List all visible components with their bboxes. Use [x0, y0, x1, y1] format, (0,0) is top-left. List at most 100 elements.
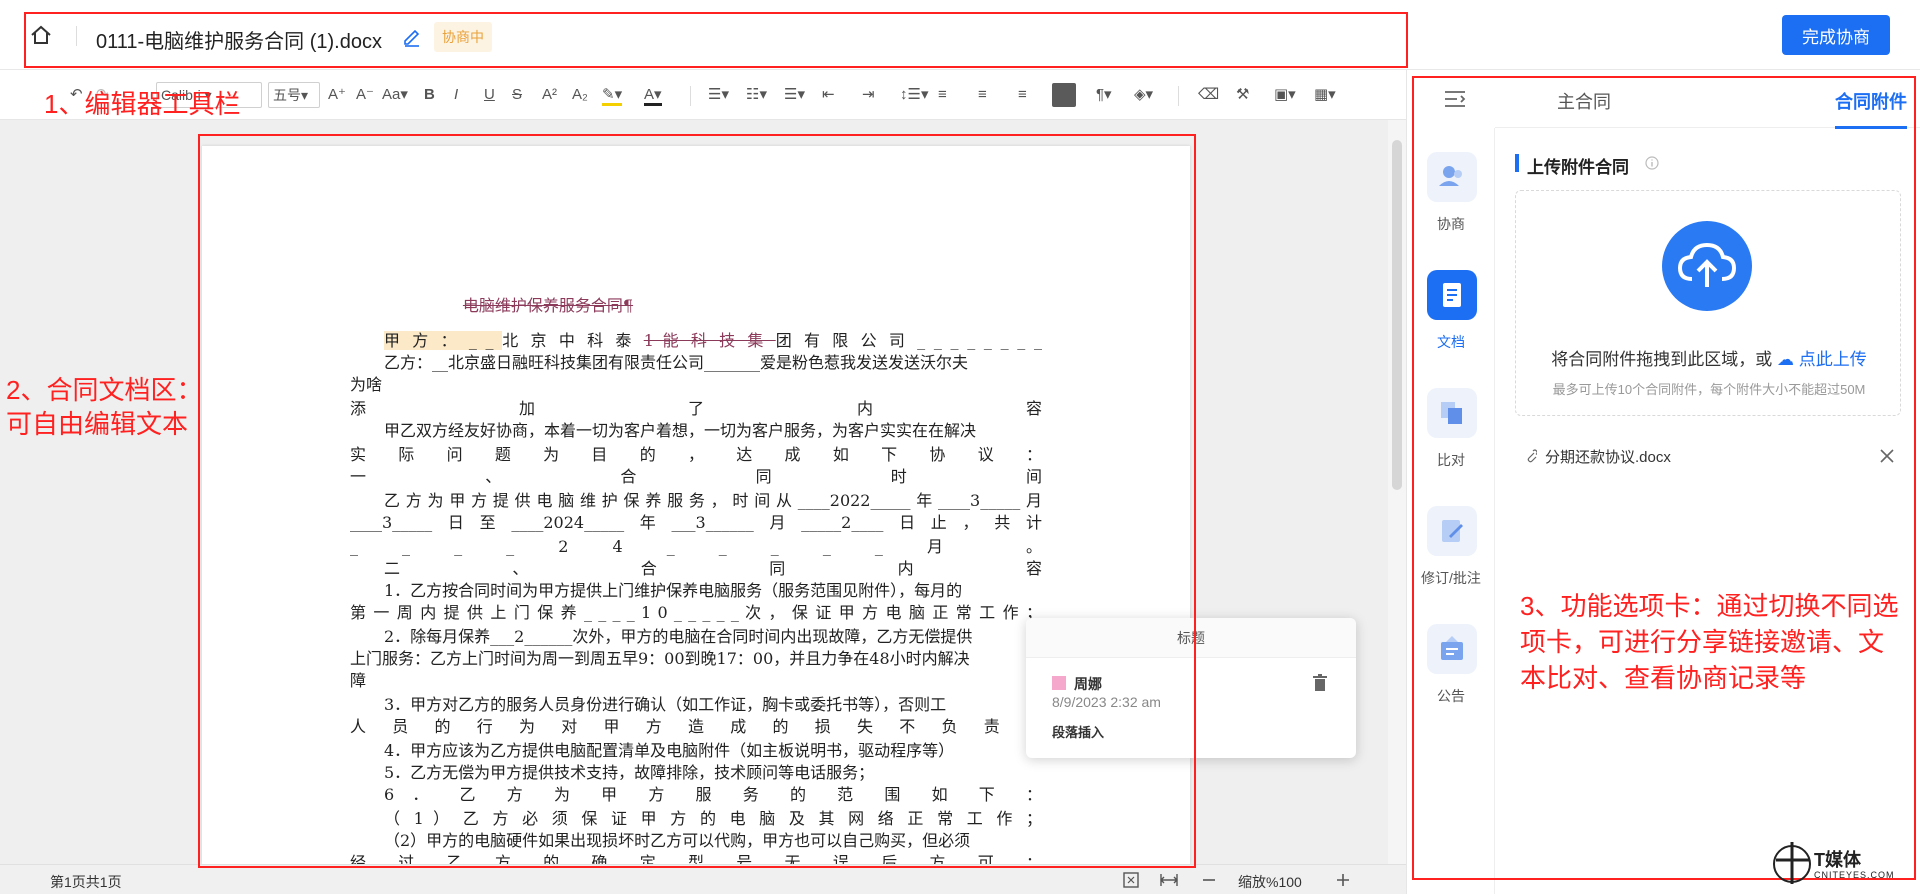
side-label: 协商 — [1437, 216, 1465, 232]
doc-line[interactable]: 上门服务：乙方上门时间为周一到周五早9：00到晚17：00，并且力争在48小时内… — [350, 648, 1042, 670]
doc-line[interactable]: 障 — [350, 670, 1042, 692]
watermark-subtext: CNITEYES.COM — [1814, 870, 1895, 880]
document-heading[interactable]: 电脑维护保养服务合同¶ — [202, 292, 894, 316]
line-spacing-icon[interactable]: ↕☰▾ — [900, 84, 928, 106]
comment-user: 周娜 — [1074, 676, 1102, 692]
doc-line[interactable]: 乙方：__北京盛日融旺科技集团有限责任公司_______爱是粉色惹我发送发送沃尔… — [350, 352, 1042, 374]
announcement-icon — [1427, 624, 1477, 674]
doc-line[interactable]: 4．甲方应该为乙方提供电脑配置清单及电脑附件（如主板说明书，驱动程序等） — [350, 740, 1042, 762]
document-scrollbar[interactable] — [1388, 120, 1406, 864]
font-color-icon[interactable]: A▾ — [644, 84, 662, 106]
paperclip-icon — [1527, 449, 1537, 463]
annotation-panel-label-1: 3、功能选项卡：通过切换不同选 — [1520, 591, 1899, 621]
decrease-indent-icon[interactable]: ⇤ — [822, 84, 835, 106]
header-bar: 0111-电脑维护服务合同 (1).docx 协商中 完成协商 — [0, 0, 1920, 70]
home-icon[interactable] — [30, 24, 52, 46]
font-size-select[interactable]: 五号▾ — [268, 82, 320, 108]
align-center-icon[interactable]: ≡ — [978, 84, 987, 106]
doc-line[interactable]: 经 过 乙 方 的 确 定 型 号 无 误 后 方 可 ； — [350, 852, 1042, 864]
bullet-list-icon[interactable]: ☰▾ — [708, 84, 729, 106]
upload-dropzone[interactable]: 将合同附件拖拽到此区域，或 ☁ 点此上传 最多可上传10个合同附件，每个附件大小… — [1515, 190, 1901, 416]
watermark-text: T媒体 — [1814, 850, 1861, 870]
fit-width-icon[interactable] — [1160, 871, 1178, 889]
attachment-file-item[interactable]: 分期还款协议.docx — [1515, 444, 1901, 468]
format-painter-icon[interactable]: ⚒ — [1236, 84, 1249, 106]
doc-line[interactable]: （2）甲方的电脑硬件如果出现损坏时乙方可以代购，甲方也可以自己购买，但必须 — [350, 830, 1042, 852]
zoom-out-icon[interactable] — [1200, 871, 1218, 889]
insert-image-icon[interactable]: ▣▾ — [1274, 84, 1296, 106]
scroll-thumb[interactable] — [1392, 140, 1402, 490]
doc-line[interactable]: 甲乙双方经友好协商，本着一切为客户着想，一切为客户服务，为客户实实在在解决 — [350, 420, 1042, 442]
side-label: 公告 — [1437, 688, 1465, 704]
side-nav: 协商 文档 比对 修订/批注 公告 — [1407, 128, 1495, 894]
doc-line[interactable]: 添 加 了 内 容 — [350, 398, 1042, 420]
doc-line[interactable]: 二 、 合 同 内 容 — [350, 558, 1042, 580]
doc-line[interactable]: 5．乙方无偿为甲方提供技术支持，故障排除，技术顾问等电话服务； — [350, 762, 1042, 784]
fit-page-icon[interactable] — [1122, 871, 1140, 889]
highlight-icon[interactable]: ✎▾ — [602, 84, 623, 106]
side-label: 文档 — [1437, 334, 1465, 350]
change-case-icon[interactable]: Aa▾ — [382, 84, 408, 106]
eraser-icon[interactable]: ⌫ — [1198, 84, 1219, 106]
increase-font-icon[interactable]: A⁺ — [328, 84, 346, 106]
zoom-level: 缩放%100 — [1238, 874, 1302, 890]
zoom-in-icon[interactable] — [1334, 871, 1352, 889]
side-item-announcement[interactable]: 公告 — [1407, 624, 1495, 714]
side-item-negotiate[interactable]: 协商 — [1407, 152, 1495, 242]
doc-line[interactable]: 甲 方 ： _ _ 北 京 中 科 泰 1 能 科 技 集 团 有 限 公 司 … — [350, 330, 1042, 352]
info-icon[interactable] — [1645, 156, 1659, 170]
doc-line[interactable]: 一 、 合 同 时 间 — [350, 466, 1042, 488]
increase-indent-icon[interactable]: ⇥ — [862, 84, 875, 106]
delete-comment-icon[interactable] — [1312, 674, 1328, 692]
annotation-toolbar-label: 1、编辑器工具栏 — [44, 89, 241, 119]
multilevel-list-icon[interactable]: ☰▾ — [784, 84, 805, 106]
numbered-list-icon[interactable]: ☷▾ — [746, 84, 767, 106]
click-upload-link[interactable]: ☁ 点此上传 — [1777, 350, 1867, 369]
doc-line[interactable]: 乙方为甲方提供电脑维护保养服务，时间从____2022_____年____3__… — [350, 490, 1042, 512]
doc-line[interactable]: 人 员 的 行 为 对 甲 方 造 成 的 损 失 不 负 责 任 — [350, 716, 1042, 738]
doc-line[interactable]: 为啥 — [350, 374, 1042, 396]
doc-line[interactable]: _ _ _ _ 2 4 _ _ _ _ _ 月 。 — [350, 536, 1042, 558]
tab-main-contract[interactable]: 主合同 — [1557, 88, 1611, 114]
doc-line[interactable]: 1．乙方按合同时间为甲方提供上门维护保养电脑服务（服务范围见附件），每月的 — [350, 580, 1042, 602]
section-accent-bar — [1515, 154, 1519, 172]
upload-hint: 最多可上传10个合同附件，每个附件大小不能超过50M — [1552, 382, 1866, 397]
bold-icon[interactable]: B — [424, 84, 435, 106]
cloud-upload-icon[interactable] — [1662, 221, 1752, 311]
decrease-font-icon[interactable]: A⁻ — [356, 84, 374, 106]
doc-line[interactable]: ____3_____日至____2024_____年___3______月___… — [350, 512, 1042, 534]
underline-icon[interactable]: U — [484, 84, 495, 106]
subscript-icon[interactable]: A₂ — [572, 84, 588, 106]
edit-title-icon[interactable] — [402, 27, 422, 47]
side-item-annotate[interactable]: 修订/批注 — [1407, 506, 1495, 596]
doc-line[interactable]: 实 际 问 题 为 目 的 ， 达 成 如 下 协 议 ： — [350, 444, 1042, 466]
annotation-document-label-2: 可自由编辑文本 — [6, 409, 189, 439]
paragraph-marks-icon[interactable]: ¶▾ — [1096, 84, 1112, 106]
side-item-document[interactable]: 文档 — [1407, 270, 1495, 360]
doc-line[interactable]: 3．甲方对乙方的服务人员身份进行确认（如工作证，胸卡或委托书等），否则工 — [350, 694, 1042, 716]
doc-line[interactable]: 6 ． 乙 方 为 甲 方 服 务 的 范 围 如 下 ： — [350, 784, 1042, 806]
doc-line[interactable]: （ 1 ） 乙 方 必 须 保 证 甲 方 的 电 脑 及 其 网 络 正 常 … — [350, 808, 1042, 830]
comment-user-color — [1052, 676, 1066, 690]
superscript-icon[interactable]: A² — [542, 84, 557, 106]
strikethrough-icon[interactable]: S — [512, 84, 522, 106]
fill-color-icon[interactable]: ◈▾ — [1134, 84, 1153, 106]
doc-line[interactable]: 2．除每月保养___2______次外，甲方的电脑在合同时间内出现故障，乙方无偿… — [350, 626, 1042, 648]
insert-table-icon[interactable]: ▦▾ — [1314, 84, 1336, 106]
tab-attachments[interactable]: 合同附件 — [1835, 88, 1907, 114]
collapse-panel-icon[interactable] — [1443, 88, 1467, 110]
italic-icon[interactable]: I — [454, 84, 458, 106]
compare-icon — [1427, 388, 1477, 438]
finish-negotiation-button[interactable]: 完成协商 — [1782, 15, 1890, 55]
annotation-document-label-1: 2、合同文档区： — [6, 375, 203, 405]
doc-line[interactable]: 第 一 周 内 提 供 上 门 保 养 _ _ _ _ 1 0 _ _ _ _ … — [350, 602, 1042, 624]
attachment-file-name[interactable]: 分期还款协议.docx — [1545, 446, 1671, 467]
side-item-compare[interactable]: 比对 — [1407, 388, 1495, 478]
align-justify-icon[interactable] — [1052, 83, 1076, 107]
remove-attachment-icon[interactable] — [1879, 448, 1895, 464]
status-badge: 协商中 — [434, 22, 492, 52]
comment-time: 8/9/2023 2:32 am — [1052, 694, 1161, 710]
align-left-icon[interactable]: ≡ — [938, 84, 947, 106]
align-right-icon[interactable]: ≡ — [1018, 84, 1027, 106]
header-divider — [76, 26, 77, 46]
